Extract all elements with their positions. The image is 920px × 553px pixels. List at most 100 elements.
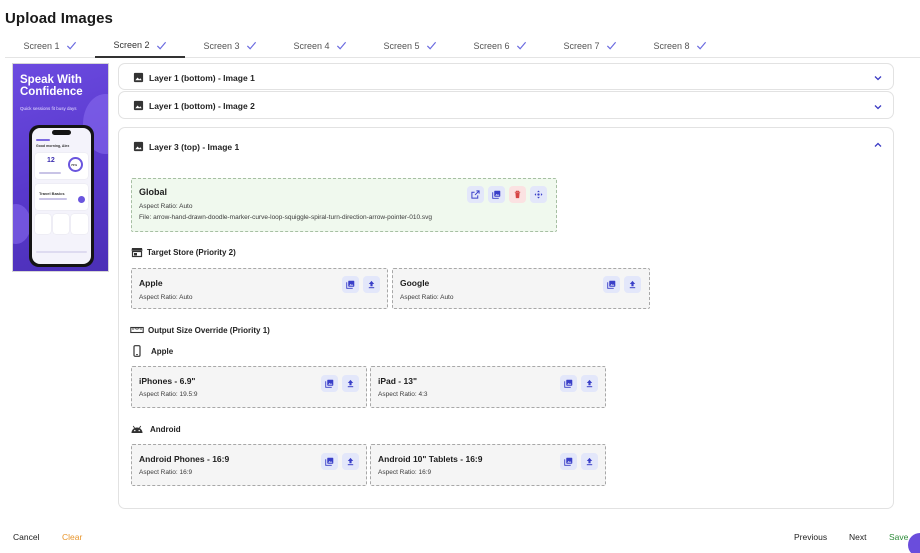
android-icon: [131, 425, 143, 433]
layer-panel-header[interactable]: Layer 1 (bottom) - Image 1: [133, 72, 255, 83]
check-icon: [606, 40, 617, 51]
phone-screen: Good morning, Alex 12 70% Travel Basics: [32, 128, 91, 264]
preview-subheadline: Quick sessions fit busy days: [20, 106, 77, 111]
gallery-icon: [325, 379, 334, 388]
phone-placeholder-line: [39, 172, 61, 174]
card-title: Google: [400, 278, 430, 288]
layer-panel-2[interactable]: Layer 1 (bottom) - Image 2: [118, 91, 894, 119]
check-icon: [516, 40, 527, 51]
phone-icon: [133, 345, 141, 357]
open-external-button[interactable]: [467, 186, 484, 203]
tab-screen-1[interactable]: Screen 1: [5, 34, 95, 57]
trash-icon: [514, 190, 521, 199]
phone-course-card: Travel Basics: [35, 184, 88, 210]
card-title: Android 10" Tablets - 16:9: [378, 454, 483, 464]
aspect-ratio-text: Aspect Ratio: 16:9: [378, 469, 432, 476]
section-title: Target Store (Priority 2): [147, 247, 236, 257]
select-image-button[interactable]: [560, 375, 577, 392]
app-logo-bar: [36, 139, 50, 141]
card-title: Apple: [139, 278, 163, 288]
gallery-icon: [492, 190, 501, 199]
tab-label: Screen 5: [383, 40, 420, 51]
phone-mockup: Good morning, Alex 12 70% Travel Basics: [29, 125, 94, 267]
chevron-down-icon[interactable]: [873, 73, 883, 83]
android-platform-heading: Android: [130, 423, 181, 435]
tab-screen-6[interactable]: Screen 6: [455, 34, 545, 57]
target-store-heading: Target Store (Priority 2): [131, 246, 236, 258]
upload-button[interactable]: [342, 375, 359, 392]
upload-icon: [368, 280, 375, 289]
tab-screen-3[interactable]: Screen 3: [185, 34, 275, 57]
select-image-button[interactable]: [321, 453, 338, 470]
delete-image-button[interactable]: [509, 186, 526, 203]
google-store-card: Google Aspect Ratio: Auto: [392, 268, 650, 309]
save-button[interactable]: Save: [889, 532, 908, 542]
chevron-down-icon[interactable]: [873, 102, 883, 112]
phone-progress: 70%: [71, 163, 78, 167]
android-phones-size-card: Android Phones - 16:9 Aspect Ratio: 16:9: [131, 444, 367, 486]
aspect-ratio-text: Aspect Ratio: Auto: [139, 203, 193, 210]
tab-screen-8[interactable]: Screen 8: [635, 34, 725, 57]
upload-button[interactable]: [581, 375, 598, 392]
phone-score: 12: [47, 157, 55, 164]
check-icon: [66, 40, 77, 51]
previous-button[interactable]: Previous: [794, 532, 827, 542]
external-link-icon: [471, 190, 480, 199]
upload-icon: [347, 457, 354, 466]
image-icon: [133, 100, 144, 111]
screen-preview-image[interactable]: Speak With Confidence Quick sessions fit…: [12, 63, 109, 272]
layer-title: Layer 3 (top) - Image 1: [149, 141, 240, 152]
check-icon: [336, 40, 347, 51]
tab-screen-4[interactable]: Screen 4: [275, 34, 365, 57]
file-name-text: File: arrow-hand-drawn-doodle-marker-cur…: [139, 214, 432, 221]
layer-panel-header[interactable]: Layer 1 (bottom) - Image 2: [133, 100, 255, 111]
layer-title: Layer 1 (bottom) - Image 1: [149, 72, 255, 83]
upload-icon: [347, 379, 354, 388]
upload-button[interactable]: [581, 453, 598, 470]
tab-screen-5[interactable]: Screen 5: [365, 34, 455, 57]
aspect-ratio-text: Aspect Ratio: 19.5:9: [139, 391, 198, 398]
chevron-up-icon[interactable]: [873, 140, 883, 150]
select-image-button[interactable]: [321, 375, 338, 392]
select-image-button[interactable]: [488, 186, 505, 203]
tab-label: Screen 6: [473, 40, 510, 51]
upload-icon: [586, 379, 593, 388]
aspect-ratio-text: Aspect Ratio: 16:9: [139, 469, 193, 476]
select-image-button[interactable]: [342, 276, 359, 293]
card-title: Android Phones - 16:9: [139, 454, 230, 464]
upload-icon: [629, 280, 636, 289]
image-icon: [133, 141, 144, 152]
phone-card-title: Travel Basics: [39, 191, 65, 196]
layer-panel-3-expanded: Layer 3 (top) - Image 1 Global Aspect Ra…: [118, 127, 894, 509]
platform-label: Apple: [151, 346, 174, 356]
upload-button[interactable]: [624, 276, 641, 293]
tab-screen-7[interactable]: Screen 7: [545, 34, 635, 57]
android-tablets-size-card: Android 10" Tablets - 16:9 Aspect Ratio:…: [370, 444, 606, 486]
phone-mini-card: [71, 214, 88, 234]
iphone-size-card: iPhones - 6.9" Aspect Ratio: 19.5:9: [131, 366, 367, 408]
layer-title: Layer 1 (bottom) - Image 2: [149, 100, 255, 111]
upload-button[interactable]: [363, 276, 380, 293]
section-title: Output Size Override (Priority 1): [148, 325, 270, 335]
upload-button[interactable]: [342, 453, 359, 470]
move-icon: [534, 190, 543, 199]
cancel-button[interactable]: Cancel: [13, 532, 39, 542]
screen-tabs: Screen 1 Screen 2 Screen 3 Screen 4 Scre…: [5, 34, 920, 58]
select-image-button[interactable]: [560, 453, 577, 470]
layer-panel-header[interactable]: Layer 3 (top) - Image 1: [133, 141, 239, 152]
clear-button[interactable]: Clear: [62, 532, 82, 542]
gallery-icon: [325, 457, 334, 466]
tab-label: Screen 1: [23, 40, 60, 51]
gallery-icon: [564, 379, 573, 388]
phone-placeholder-line: [39, 198, 67, 200]
tab-label: Screen 7: [563, 40, 600, 51]
floating-action-button[interactable]: [908, 533, 920, 553]
phone-stats-card: 12 70%: [35, 153, 88, 179]
next-button[interactable]: Next: [849, 532, 866, 542]
tab-screen-2[interactable]: Screen 2: [95, 34, 185, 58]
apple-platform-heading: Apple: [131, 345, 173, 357]
move-image-button[interactable]: [530, 186, 547, 203]
layer-panel-1[interactable]: Layer 1 (bottom) - Image 1: [118, 63, 894, 90]
aspect-ratio-text: Aspect Ratio: Auto: [400, 294, 454, 301]
select-image-button[interactable]: [603, 276, 620, 293]
